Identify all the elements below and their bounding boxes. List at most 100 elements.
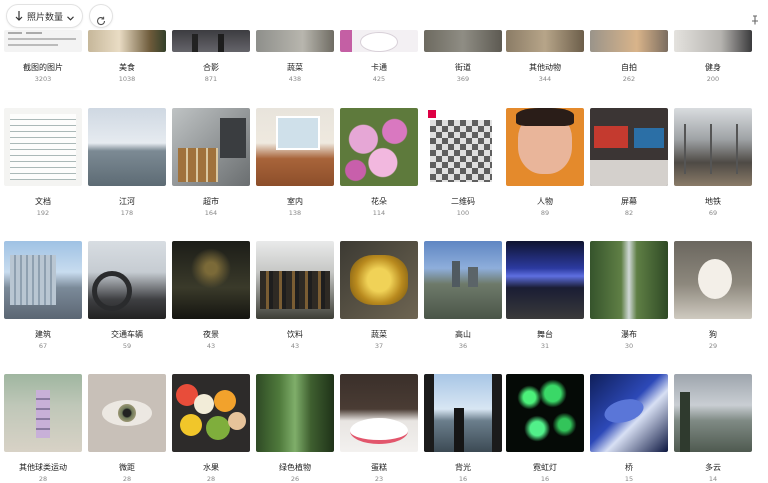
category-thumbnail[interactable] bbox=[88, 108, 166, 186]
category-label: 自拍 bbox=[621, 63, 637, 72]
category-label: 美食 bbox=[119, 63, 135, 72]
category-count: 31 bbox=[540, 342, 550, 350]
category-label: 微距 bbox=[119, 463, 135, 472]
category-thumbnail[interactable] bbox=[256, 241, 334, 319]
category-count: 871 bbox=[204, 75, 218, 83]
category-thumbnail[interactable] bbox=[674, 108, 752, 186]
toolbar: 照片数量 bbox=[0, 0, 768, 32]
category-count: 178 bbox=[120, 209, 134, 217]
category-thumbnail[interactable] bbox=[424, 30, 502, 52]
category-label: 超市 bbox=[203, 197, 219, 206]
category-count: 1038 bbox=[118, 75, 136, 83]
category-thumbnail[interactable] bbox=[88, 241, 166, 319]
category-label: 卡通 bbox=[371, 63, 387, 72]
category-label: 背光 bbox=[455, 463, 471, 472]
category-thumbnail[interactable] bbox=[172, 30, 250, 52]
category-count: 114 bbox=[372, 209, 386, 217]
category-thumbnail[interactable] bbox=[674, 241, 752, 319]
category-thumbnail[interactable] bbox=[674, 30, 752, 52]
category-thumbnail[interactable] bbox=[88, 30, 166, 52]
category-label: 夜景 bbox=[203, 330, 219, 339]
category-label: 饮料 bbox=[287, 330, 303, 339]
category-count: 89 bbox=[540, 209, 550, 217]
category-label: 截图的图片 bbox=[23, 63, 63, 72]
category-label: 人物 bbox=[537, 197, 553, 206]
category-label: 蔬菜 bbox=[287, 63, 303, 72]
category-thumbnail[interactable] bbox=[506, 241, 584, 319]
category-thumbnail[interactable] bbox=[590, 241, 668, 319]
category-count: 100 bbox=[456, 209, 470, 217]
category-thumbnail[interactable] bbox=[590, 30, 668, 52]
category-thumbnail[interactable] bbox=[424, 241, 502, 319]
category-label: 街道 bbox=[455, 63, 471, 72]
category-count: 344 bbox=[538, 75, 552, 83]
category-thumbnail[interactable] bbox=[256, 374, 334, 452]
category-label: 舞台 bbox=[537, 330, 553, 339]
category-count: 30 bbox=[624, 342, 634, 350]
category-count: 43 bbox=[290, 342, 300, 350]
category-thumbnail[interactable] bbox=[172, 108, 250, 186]
category-grid: 截图的图片 3203 美食 1038 合影 871 蔬菜 438 卡通 425 … bbox=[0, 0, 768, 483]
category-label: 瀑布 bbox=[621, 330, 637, 339]
category-thumbnail[interactable] bbox=[4, 30, 82, 52]
category-label: 屏幕 bbox=[621, 197, 637, 206]
category-label: 桥 bbox=[625, 463, 633, 472]
category-count: 37 bbox=[374, 342, 384, 350]
category-label: 其他动物 bbox=[529, 63, 561, 72]
category-label: 蛋糕 bbox=[371, 463, 387, 472]
category-thumbnail[interactable] bbox=[256, 30, 334, 52]
sort-dropdown[interactable]: 照片数量 bbox=[6, 4, 84, 28]
category-thumbnail[interactable] bbox=[590, 108, 668, 186]
category-count: 69 bbox=[708, 209, 718, 217]
category-label: 花朵 bbox=[371, 197, 387, 206]
category-thumbnail[interactable] bbox=[506, 30, 584, 52]
refresh-icon bbox=[96, 11, 106, 26]
category-count: 3203 bbox=[34, 75, 52, 83]
category-thumbnail[interactable] bbox=[256, 108, 334, 186]
category-label: 绿色植物 bbox=[279, 463, 311, 472]
category-label: 狗 bbox=[709, 330, 717, 339]
category-count: 67 bbox=[38, 342, 48, 350]
category-thumbnail[interactable] bbox=[340, 374, 418, 452]
category-label: 健身 bbox=[705, 63, 721, 72]
category-label: 水果 bbox=[203, 463, 219, 472]
category-label: 霓虹灯 bbox=[533, 463, 557, 472]
category-count: 43 bbox=[206, 342, 216, 350]
category-label: 地铁 bbox=[705, 197, 721, 206]
category-thumbnail[interactable] bbox=[172, 374, 250, 452]
category-thumbnail[interactable] bbox=[88, 374, 166, 452]
category-thumbnail[interactable] bbox=[424, 108, 502, 186]
category-count: 192 bbox=[36, 209, 50, 217]
category-thumbnail[interactable] bbox=[674, 374, 752, 452]
category-thumbnail[interactable] bbox=[506, 108, 584, 186]
category-thumbnail[interactable] bbox=[4, 241, 82, 319]
category-thumbnail[interactable] bbox=[340, 30, 418, 52]
sort-label: 照片数量 bbox=[27, 12, 64, 23]
category-count: 438 bbox=[288, 75, 302, 83]
category-label: 多云 bbox=[705, 463, 721, 472]
category-label: 合影 bbox=[203, 63, 219, 72]
category-label: 蔬菜 bbox=[371, 330, 387, 339]
category-label: 高山 bbox=[455, 330, 471, 339]
category-thumbnail[interactable] bbox=[172, 241, 250, 319]
category-thumbnail[interactable] bbox=[340, 241, 418, 319]
category-label: 其他球类运动 bbox=[19, 463, 67, 472]
category-label: 交通车辆 bbox=[111, 330, 143, 339]
category-count: 164 bbox=[204, 209, 218, 217]
arrow-down-icon bbox=[15, 11, 23, 21]
category-count: 200 bbox=[706, 75, 720, 83]
category-count: 82 bbox=[624, 209, 634, 217]
category-thumbnail[interactable] bbox=[590, 374, 668, 452]
category-count: 262 bbox=[622, 75, 636, 83]
category-thumbnail[interactable] bbox=[506, 374, 584, 452]
category-count: 59 bbox=[122, 342, 132, 350]
category-label: 二维码 bbox=[451, 197, 475, 206]
category-label: 建筑 bbox=[35, 330, 51, 339]
category-thumbnail[interactable] bbox=[424, 374, 502, 452]
category-thumbnail[interactable] bbox=[4, 374, 82, 452]
category-label: 江河 bbox=[119, 197, 135, 206]
category-thumbnail[interactable] bbox=[340, 108, 418, 186]
refresh-button[interactable] bbox=[89, 4, 114, 28]
category-label: 室内 bbox=[287, 197, 303, 206]
category-thumbnail[interactable] bbox=[4, 108, 82, 186]
